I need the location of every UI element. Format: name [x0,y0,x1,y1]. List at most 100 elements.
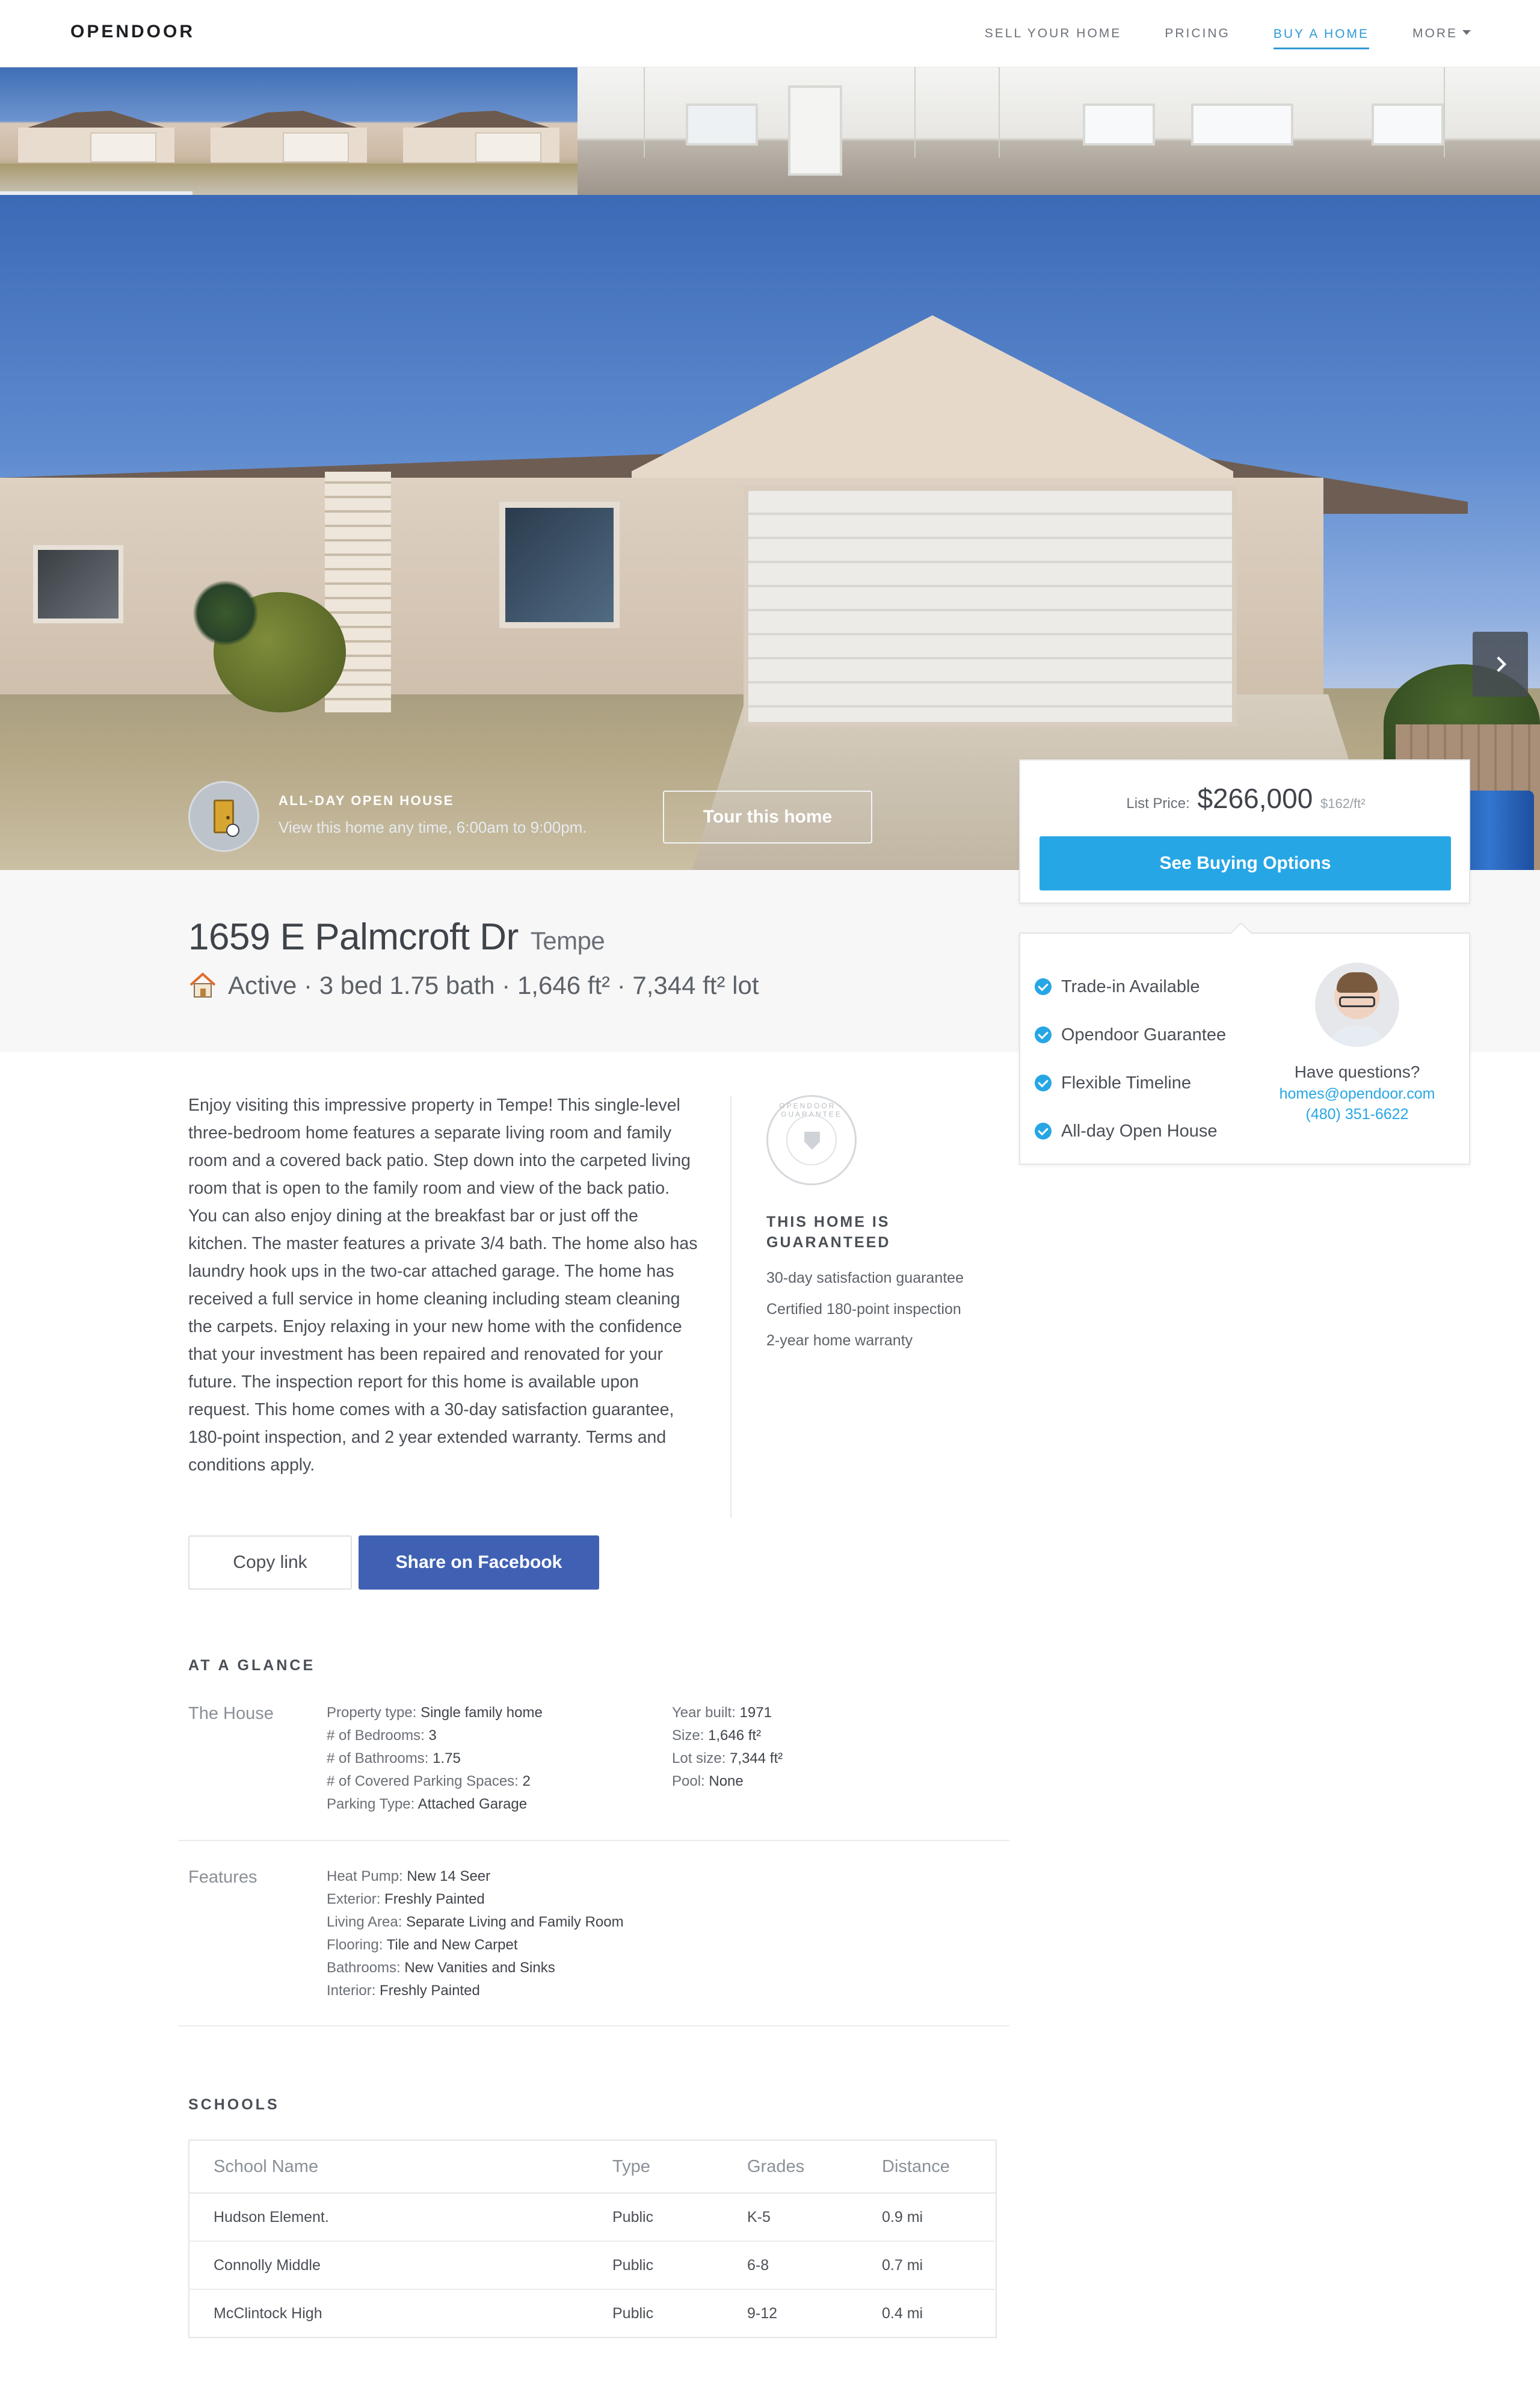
photo-thumbnail-1[interactable] [0,67,192,195]
copy-link-button[interactable]: Copy link [188,1535,352,1590]
detail-key: Heat Pump: [327,1868,403,1884]
detail-row: Heat Pump: New 14 Seer [327,1865,624,1888]
feature-label: Opendoor Guarantee [1061,1025,1227,1044]
guarantee-item: Certified 180-point inspection [766,1301,961,1318]
address-city: Tempe [530,927,605,955]
guarantee-item: 2-year home warranty [766,1332,913,1349]
list-price-label: List Price: [1126,795,1190,812]
school-name: McClintock High [214,2304,322,2322]
detail-value: Attached Garage [417,1796,528,1812]
check-circle-icon [1035,1026,1052,1043]
feature-list: Trade-in Available Opendoor Guarantee Fl… [1035,963,1226,1155]
detail-key: Flooring: [327,1937,383,1953]
detail-key: Pool: [672,1773,705,1789]
column-divider [730,1096,732,1517]
feature-item: Trade-in Available [1035,963,1226,1011]
nav-buy-a-home[interactable]: BUY A HOME [1273,19,1369,49]
detail-key: Parking Type: [327,1796,415,1812]
feature-label: Trade-in Available [1061,976,1200,996]
detail-key: Bathrooms: [327,1960,401,1976]
detail-row: Property type: Single family home [327,1701,543,1724]
share-on-facebook-button[interactable]: Share on Facebook [359,1535,599,1590]
price-per-sqft: $162/ft² [1320,796,1366,811]
have-questions-label: Have questions? [1294,1063,1420,1081]
detail-value: New 14 Seer [407,1868,491,1884]
detail-row: Size: 1,646 ft² [672,1724,783,1747]
column-header: Type [588,2140,723,2194]
table-row: Hudson Element. Public K-5 0.9 mi [189,2193,996,2242]
opendoor-logo[interactable]: OPENDOOR [70,22,195,42]
price-card: List Price: $266,000 $162/ft² See Buying… [1019,759,1470,904]
detail-key: Lot size: [672,1750,726,1766]
guarantee-item: 30-day satisfaction guarantee [766,1270,964,1286]
detail-value: 7,344 ft² [730,1750,783,1766]
chevron-right-icon [1497,656,1507,672]
detail-value: Freshly Painted [384,1891,485,1907]
contact-email-link[interactable]: homes@opendoor.com [1249,1085,1465,1103]
opendoor-guarantee-seal-icon: OPENDOOR · GUARANTEE [766,1095,857,1185]
see-buying-options-button[interactable]: See Buying Options [1040,836,1451,890]
photo-thumbnail-6[interactable] [962,67,1155,195]
detail-row: Pool: None [672,1770,783,1793]
detail-value: None [709,1773,744,1789]
photo-thumbnail-8[interactable] [1348,67,1540,195]
features-card: Trade-in Available Opendoor Guarantee Fl… [1019,922,1470,1165]
house-details-left: Property type: Single family home # of B… [327,1701,543,1816]
column-header: Distance [858,2140,996,2194]
detail-row: Living Area: Separate Living and Family … [327,1911,624,1934]
check-circle-icon [1035,1075,1052,1091]
section-divider [178,2025,1009,2026]
feature-item: Opendoor Guarantee [1035,1011,1226,1059]
detail-row: Interior: Freshly Painted [327,1979,624,2002]
detail-value: New Vanities and Sinks [404,1960,555,1976]
list-price: $266,000 [1197,783,1313,814]
detail-row: Bathrooms: New Vanities and Sinks [327,1957,624,1979]
school-grades: K-5 [723,2193,858,2242]
nav-sell-your-home[interactable]: SELL YOUR HOME [985,18,1122,49]
detail-row: # of Covered Parking Spaces: 2 [327,1770,543,1793]
nav-more[interactable]: MORE [1412,18,1471,49]
photo-thumbnail-4[interactable] [578,67,770,195]
school-name: Hudson Element. [189,2193,588,2242]
price-line: List Price: $266,000 $162/ft² [1020,782,1471,815]
photo-thumbnail-strip [0,67,1540,195]
photo-thumbnail-5[interactable] [770,67,962,195]
listing-address: 1659 E Palmcroft Dr Tempe [188,916,605,958]
the-house-label: The House [188,1704,274,1723]
detail-row: # of Bedrooms: 3 [327,1724,543,1747]
house-details-right: Year built: 1971 Size: 1,646 ft² Lot siz… [672,1701,783,1793]
at-a-glance-heading: AT A GLANCE [188,1657,316,1674]
contact-phone-link[interactable]: (480) 351-6622 [1249,1106,1465,1123]
guarantee-title: THIS HOME IS GUARANTEED [766,1214,891,1251]
feature-item: Flexible Timeline [1035,1059,1226,1107]
next-photo-button[interactable] [1473,632,1528,697]
school-name: Connolly Middle [189,2241,588,2290]
detail-key: Exterior: [327,1891,381,1907]
detail-row: # of Bathrooms: 1.75 [327,1747,543,1770]
detail-value: 1.75 [433,1750,461,1766]
detail-value: Freshly Painted [380,1982,480,1999]
table-row: McClintock High Public 9-12 0.4 mi [189,2289,996,2337]
photo-thumbnail-7[interactable] [1155,67,1348,195]
feature-label: All-day Open House [1061,1121,1218,1141]
photo-thumbnail-2[interactable] [192,67,385,195]
table-row: Connolly Middle Public 6-8 0.7 mi [189,2241,996,2290]
tour-this-home-button[interactable]: Tour this home [663,791,872,844]
photo-thumbnail-3[interactable] [385,67,578,195]
nav-links: SELL YOUR HOME PRICING BUY A HOME MORE [941,0,1471,67]
school-distance: 0.9 mi [858,2193,996,2242]
nav-pricing[interactable]: PRICING [1165,18,1230,49]
check-circle-icon [1035,978,1052,995]
house-icon [189,972,216,998]
detail-row: Parking Type: Attached Garage [327,1793,543,1816]
school-type: Public [588,2193,723,2242]
address-street: 1659 E Palmcroft Dr [188,916,519,958]
school-grades: 9-12 [747,2304,778,2322]
detail-key: Property type: [327,1705,417,1721]
detail-value: Separate Living and Family Room [406,1914,624,1930]
detail-value: 1,646 ft² [708,1727,762,1744]
detail-key: Year built: [672,1705,736,1721]
open-house-door-icon [188,781,259,852]
detail-key: # of Bedrooms: [327,1727,425,1744]
detail-row: Lot size: 7,344 ft² [672,1747,783,1770]
